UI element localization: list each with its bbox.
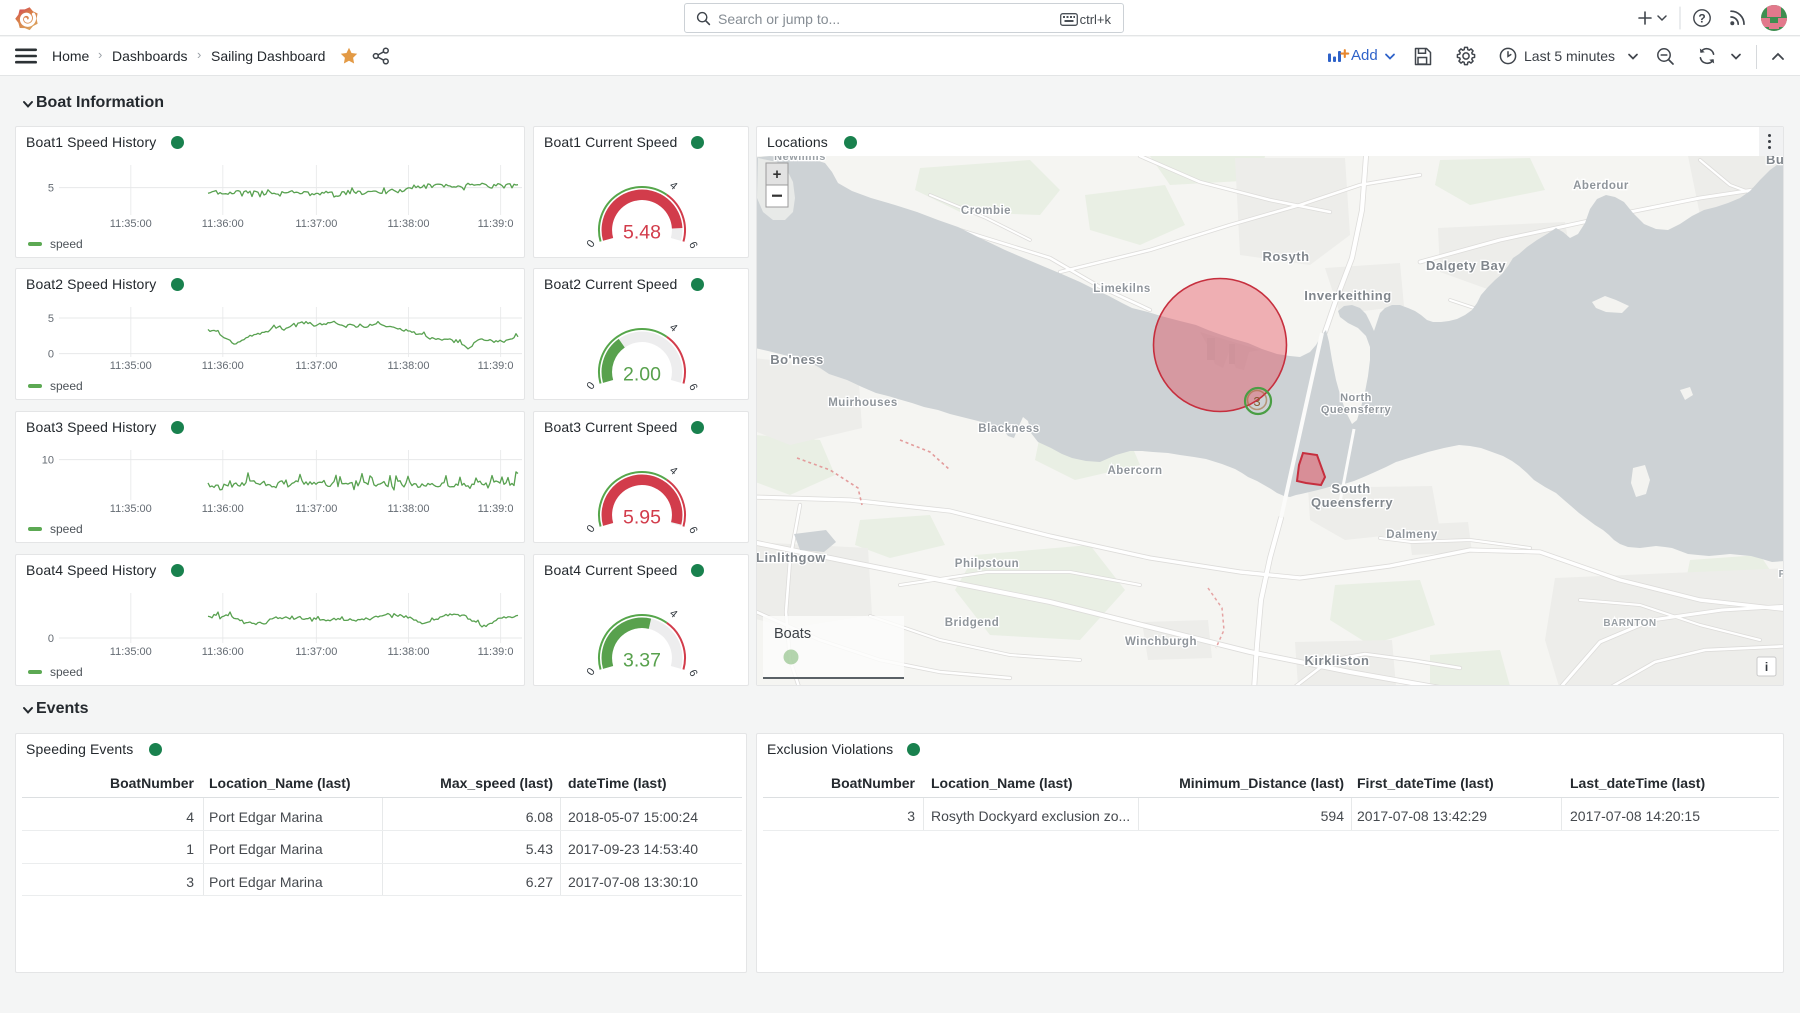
svg-text:Dalgety Bay: Dalgety Bay	[1426, 258, 1506, 273]
svg-text:11:37:00: 11:37:00	[295, 360, 337, 372]
svg-text:Queensferry: Queensferry	[1321, 404, 1392, 416]
svg-text:11:39:0: 11:39:0	[478, 646, 514, 658]
svg-text:Rosyth: Rosyth	[1262, 249, 1309, 264]
svg-text:Linlithgow: Linlithgow	[757, 550, 826, 565]
svg-text:11:39:0: 11:39:0	[478, 218, 514, 230]
svg-text:11:36:00: 11:36:00	[202, 218, 244, 230]
svg-text:6: 6	[686, 668, 699, 679]
svg-text:10: 10	[42, 455, 54, 467]
svg-text:5.48: 5.48	[623, 222, 661, 244]
svg-text:Limekilns: Limekilns	[1093, 283, 1151, 295]
svg-text:11:39:0: 11:39:0	[478, 360, 514, 372]
svg-text:11:39:0: 11:39:0	[478, 503, 514, 515]
svg-text:Bur: Bur	[1766, 156, 1783, 167]
svg-text:0: 0	[585, 523, 598, 535]
svg-text:4: 4	[667, 607, 679, 620]
svg-text:Dalmeny: Dalmeny	[1386, 529, 1438, 541]
svg-text:11:36:00: 11:36:00	[202, 646, 244, 658]
svg-text:0: 0	[585, 238, 598, 250]
svg-text:i: i	[1765, 660, 1768, 674]
svg-text:Queensferry: Queensferry	[1311, 495, 1393, 510]
svg-text:Winchburgh: Winchburgh	[1125, 636, 1197, 648]
svg-text:Crombie: Crombie	[961, 205, 1011, 217]
svg-text:0: 0	[48, 633, 54, 645]
svg-text:11:35:00: 11:35:00	[110, 503, 152, 515]
svg-text:4: 4	[667, 179, 679, 192]
svg-text:Bo'ness: Bo'ness	[770, 352, 824, 367]
svg-text:BARNTON: BARNTON	[1603, 618, 1656, 629]
svg-text:5: 5	[48, 183, 54, 195]
svg-text:4: 4	[667, 464, 679, 477]
svg-text:6: 6	[686, 382, 699, 393]
svg-text:11:35:00: 11:35:00	[110, 646, 152, 658]
svg-text:?: ?	[1698, 12, 1705, 26]
svg-text:11:37:00: 11:37:00	[295, 503, 337, 515]
svg-text:11:38:00: 11:38:00	[387, 218, 429, 230]
svg-text:Newmills: Newmills	[774, 156, 826, 163]
svg-text:11:36:00: 11:36:00	[202, 503, 244, 515]
svg-text:5.95: 5.95	[623, 507, 661, 529]
svg-text:11:38:00: 11:38:00	[387, 646, 429, 658]
svg-text:Muirhouses: Muirhouses	[828, 397, 898, 409]
svg-text:5: 5	[48, 313, 54, 325]
svg-text:4: 4	[667, 321, 679, 334]
svg-text:0: 0	[585, 380, 598, 392]
svg-text:11:35:00: 11:35:00	[110, 360, 152, 372]
svg-text:+: +	[773, 166, 782, 183]
svg-text:11:36:00: 11:36:00	[202, 360, 244, 372]
svg-text:6: 6	[686, 525, 699, 536]
svg-text:South: South	[1331, 481, 1370, 496]
svg-text:11:38:00: 11:38:00	[387, 360, 429, 372]
svg-text:2.00: 2.00	[623, 364, 661, 386]
svg-text:11:35:00: 11:35:00	[110, 218, 152, 230]
svg-text:Abercorn: Abercorn	[1107, 465, 1162, 477]
svg-text:0: 0	[585, 666, 598, 678]
svg-text:0: 0	[48, 349, 54, 361]
svg-text:11:37:00: 11:37:00	[295, 646, 337, 658]
svg-text:Kirkliston: Kirkliston	[1305, 653, 1370, 668]
svg-text:PILTC: PILTC	[1779, 569, 1783, 580]
svg-text:11:38:00: 11:38:00	[387, 503, 429, 515]
svg-text:3.37: 3.37	[623, 650, 661, 672]
svg-text:Blackness: Blackness	[978, 423, 1039, 435]
svg-text:Inverkeithing: Inverkeithing	[1304, 288, 1391, 303]
svg-text:Aberdour: Aberdour	[1573, 180, 1629, 192]
svg-text:6: 6	[686, 240, 699, 251]
svg-text:3: 3	[1253, 394, 1260, 409]
svg-text:North: North	[1340, 392, 1372, 404]
svg-text:Bridgend: Bridgend	[945, 617, 999, 629]
svg-text:Boats: Boats	[774, 626, 811, 642]
svg-text:11:37:00: 11:37:00	[295, 218, 337, 230]
svg-text:Philpstoun: Philpstoun	[955, 558, 1019, 570]
